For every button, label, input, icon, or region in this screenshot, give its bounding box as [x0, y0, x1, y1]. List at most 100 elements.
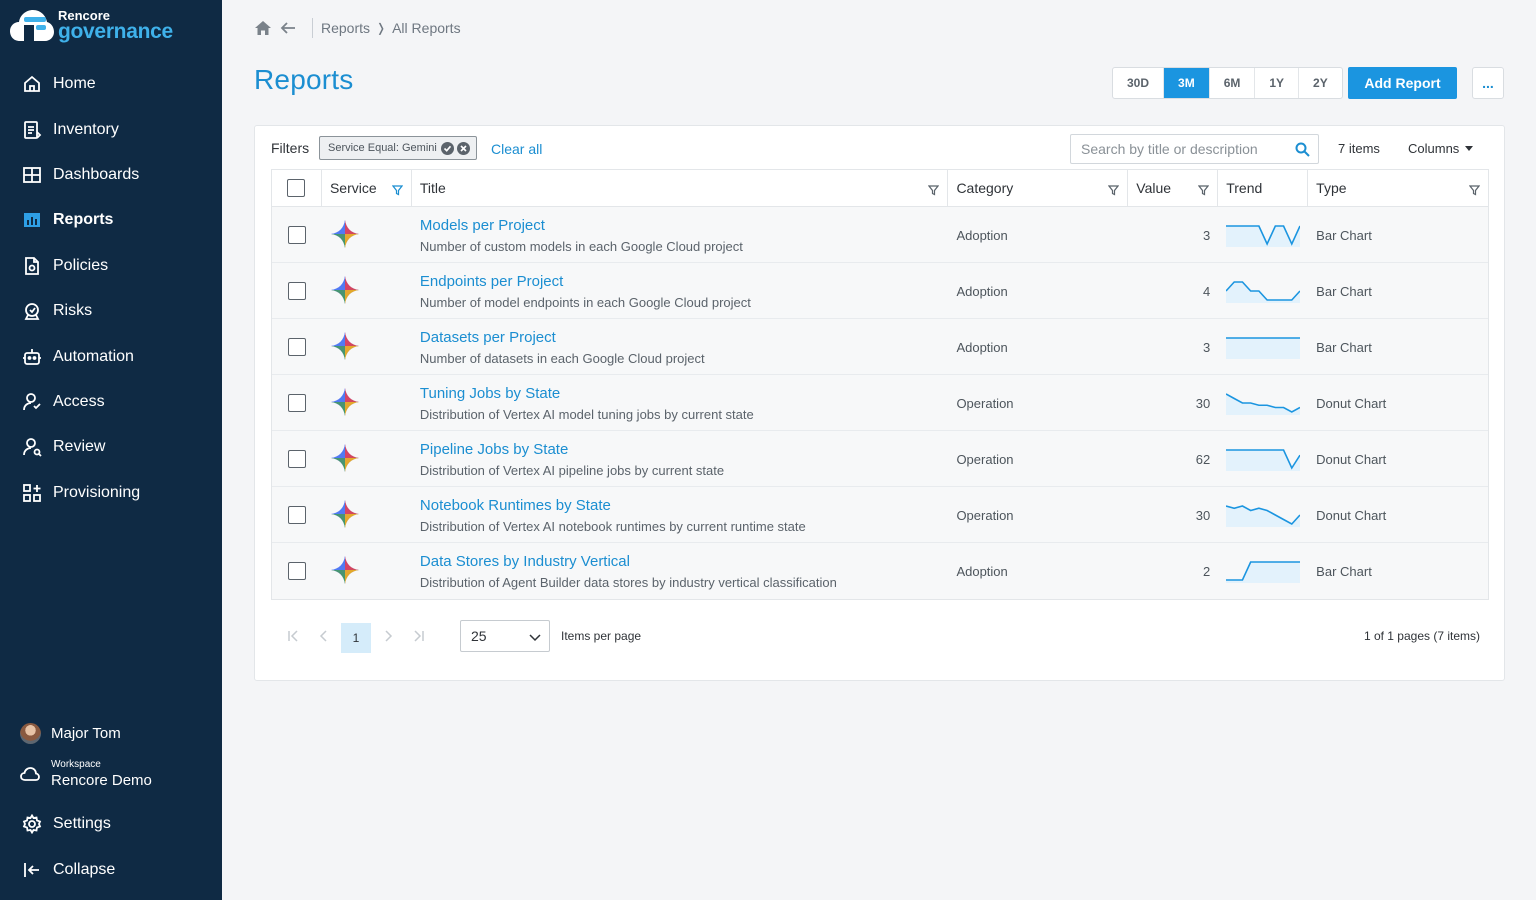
columns-label: Columns [1408, 141, 1460, 156]
value-number: 2 [1203, 563, 1211, 579]
report-title-link[interactable]: Pipeline Jobs by State [420, 441, 568, 458]
cloud-icon [20, 764, 40, 784]
row-checkbox[interactable] [287, 562, 306, 580]
workspace-label: Workspace [51, 759, 101, 770]
header-service[interactable]: Service [322, 170, 412, 206]
sidebar-item-access[interactable]: Access [0, 382, 222, 422]
gemini-icon [330, 331, 360, 364]
page-1-button[interactable]: 1 [341, 623, 371, 653]
range-30d-button[interactable]: 30D [1113, 68, 1165, 98]
report-title-link[interactable]: Endpoints per Project [420, 273, 563, 290]
range-2y-button[interactable]: 2Y [1299, 68, 1342, 98]
workspace-switcher[interactable]: Workspace Rencore Demo [20, 759, 152, 789]
chevron-down-icon [529, 630, 541, 646]
user-menu[interactable]: Major Tom [20, 723, 121, 744]
sidebar-item-dashboards[interactable]: Dashboards [0, 155, 222, 195]
select-all-checkbox[interactable] [287, 179, 306, 197]
category-cell: Operation [948, 375, 1128, 431]
access-icon [22, 392, 42, 412]
close-icon[interactable] [456, 141, 470, 155]
header-type[interactable]: Type [1308, 170, 1488, 206]
sidebar-item-label: Inventory [53, 121, 119, 138]
more-options-button[interactable]: ... [1472, 67, 1504, 99]
sidebar-item-reports[interactable]: Reports [0, 200, 222, 240]
sidebar-item-label: Dashboards [53, 166, 140, 183]
prev-page-icon[interactable] [319, 629, 329, 648]
range-6m-button[interactable]: 6M [1210, 68, 1256, 98]
category-cell: Adoption [948, 207, 1128, 263]
sidebar-item-home[interactable]: Home [0, 64, 222, 104]
sidebar-item-label: Reports [53, 211, 114, 228]
filter-icon[interactable] [391, 183, 404, 199]
sidebar-item-policies[interactable]: Policies [0, 246, 222, 286]
category-cell: Adoption [948, 543, 1128, 599]
breadcrumb: Reports ❭ All Reports [254, 18, 461, 38]
clear-all-link[interactable]: Clear all [491, 141, 542, 157]
header-trend[interactable]: Trend [1218, 170, 1309, 206]
filter-icon[interactable] [1468, 183, 1481, 199]
header-title[interactable]: Title [412, 170, 949, 206]
report-title-link[interactable]: Data Stores by Industry Vertical [420, 553, 630, 570]
sidebar-item-settings[interactable]: Settings [0, 804, 222, 844]
range-1y-button[interactable]: 1Y [1255, 68, 1300, 98]
gemini-icon [330, 275, 360, 308]
table-row[interactable]: Endpoints per Project Number of model en… [272, 263, 1488, 319]
filter-icon[interactable] [1108, 183, 1120, 199]
sparkline-area [1226, 338, 1301, 359]
category-value: Adoption [956, 283, 1008, 299]
table-row[interactable]: Tuning Jobs by State Distribution of Ver… [272, 375, 1488, 431]
category-value: Operation [956, 507, 1014, 523]
chevron-right-icon: ❭ [376, 21, 387, 35]
add-report-button[interactable]: Add Report [1348, 67, 1457, 99]
row-checkbox[interactable] [287, 338, 306, 356]
sidebar-item-inventory[interactable]: Inventory [0, 110, 222, 150]
columns-dropdown[interactable]: Columns [1408, 141, 1474, 156]
brand-logo[interactable]: Rencore governance [10, 6, 173, 44]
value-cell: 30 [1128, 487, 1218, 543]
header-value[interactable]: Value [1128, 170, 1219, 206]
sidebar-item-collapse[interactable]: Collapse [0, 850, 222, 890]
search-input[interactable] [1081, 141, 1291, 157]
header-category[interactable]: Category [948, 170, 1129, 206]
table-row[interactable]: Data Stores by Industry Vertical Distrib… [272, 543, 1488, 599]
type-value: Bar Chart [1316, 283, 1372, 299]
category-cell: Operation [948, 431, 1128, 487]
value-cell: 2 [1128, 543, 1218, 599]
row-checkbox[interactable] [287, 450, 306, 468]
last-page-icon[interactable] [413, 629, 425, 648]
range-3m-button[interactable]: 3M [1164, 68, 1210, 98]
value-number: 30 [1195, 395, 1211, 411]
row-checkbox[interactable] [287, 506, 306, 524]
search-icon[interactable] [1295, 142, 1310, 162]
row-checkbox[interactable] [287, 226, 306, 244]
filter-icon[interactable] [1198, 183, 1210, 199]
first-page-icon[interactable] [287, 629, 299, 648]
sidebar-item-risks[interactable]: Risks [0, 291, 222, 331]
sidebar-item-automation[interactable]: Automation [0, 337, 222, 377]
table-row[interactable]: Pipeline Jobs by State Distribution of V… [272, 431, 1488, 487]
row-select-cell [272, 375, 322, 431]
report-title-link[interactable]: Models per Project [420, 217, 545, 234]
next-page-icon[interactable] [383, 629, 393, 648]
table-row[interactable]: Datasets per Project Number of datasets … [272, 319, 1488, 375]
collapse-icon [22, 860, 42, 880]
report-title-link[interactable]: Notebook Runtimes by State [420, 497, 611, 514]
filter-icon[interactable] [928, 183, 940, 199]
report-title-link[interactable]: Tuning Jobs by State [420, 385, 560, 402]
value-cell: 3 [1128, 319, 1218, 375]
row-checkbox[interactable] [287, 394, 306, 412]
sidebar-item-review[interactable]: Review [0, 427, 222, 467]
back-arrow-icon[interactable] [280, 21, 296, 35]
sidebar-item-provisioning[interactable]: Provisioning [0, 473, 222, 513]
breadcrumb-root[interactable]: Reports [321, 20, 370, 36]
check-icon[interactable] [440, 141, 454, 155]
row-checkbox[interactable] [287, 282, 306, 300]
home-icon[interactable] [254, 20, 272, 36]
table-row[interactable]: Notebook Runtimes by State Distribution … [272, 487, 1488, 543]
table-row[interactable]: Models per Project Number of custom mode… [272, 207, 1488, 263]
sidebar-item-label: Policies [53, 257, 109, 274]
items-per-page-select[interactable]: 25 [460, 620, 550, 652]
report-title-link[interactable]: Datasets per Project [420, 329, 556, 346]
report-description: Distribution of Agent Builder data store… [419, 574, 837, 590]
filter-chip[interactable]: Service Equal: Gemini [319, 136, 477, 160]
